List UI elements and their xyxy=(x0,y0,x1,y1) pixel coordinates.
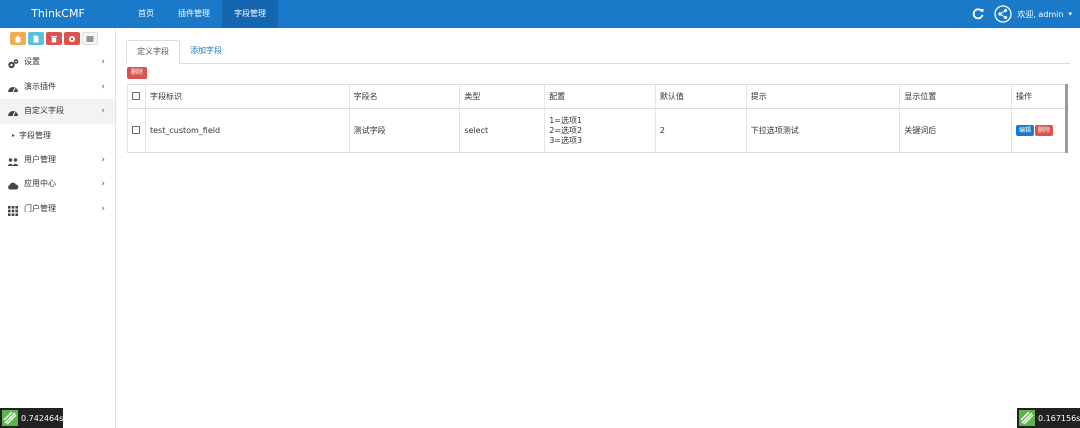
dashboard-icon xyxy=(7,81,19,93)
sidebar-item-label: 门户管理 xyxy=(24,203,56,213)
header-field-key: 字段标识 xyxy=(145,84,350,109)
delete-selected-button[interactable]: 删除 xyxy=(127,67,148,79)
top-tab-plugins[interactable]: 插件管理 xyxy=(166,0,222,28)
caret-down-icon: ▾ xyxy=(1068,10,1072,18)
timer-value: 0.742464s xyxy=(21,413,64,423)
trace-timer-left[interactable]: 0.742464s xyxy=(0,408,63,428)
caret-right-icon: ▸ xyxy=(12,131,16,139)
delete-row-button[interactable]: 删除 xyxy=(1035,125,1054,136)
header-default: 默认值 xyxy=(655,84,747,109)
cell-actions: 编辑 删除 xyxy=(1011,108,1068,153)
sidebar-shortcuts xyxy=(0,28,115,50)
list-icon xyxy=(86,36,94,41)
chevron-right-icon: › xyxy=(101,154,105,165)
sidebar-item-settings[interactable]: 设置 › xyxy=(0,50,115,75)
dashboard-icon xyxy=(7,105,19,117)
cell-field-key: test_custom_field xyxy=(145,108,350,153)
chevron-right-icon: › xyxy=(101,106,105,116)
thinkphp-logo-icon xyxy=(2,410,18,426)
chevron-right-icon: › xyxy=(101,81,105,92)
top-nav-tabs: 首页 插件管理 字段管理 xyxy=(126,0,278,28)
header-position: 显示位置 xyxy=(899,84,1013,109)
row-select-cell xyxy=(127,108,146,153)
header-select-all xyxy=(127,84,146,109)
sidebar-item-custom-field[interactable]: 自定义字段 › xyxy=(0,99,115,124)
top-tab-fields[interactable]: 字段管理 xyxy=(222,0,278,28)
brand-logo[interactable]: ThinkCMF xyxy=(0,0,116,28)
header-config: 配置 xyxy=(544,84,656,109)
table-header-row: 字段标识 字段名 类型 配置 默认值 提示 显示位置 操作 xyxy=(127,84,1068,109)
sidebar-subitem-field-manage[interactable]: ▸ 字段管理 xyxy=(0,124,115,148)
sidebar-item-label: 应用中心 xyxy=(24,179,56,188)
navbar-right: 欢迎, admin ▾ xyxy=(972,0,1072,28)
tab-add-field[interactable]: 添加字段 xyxy=(180,40,232,64)
shortcut-home[interactable] xyxy=(10,32,26,45)
header-field-name: 字段名 xyxy=(349,84,461,109)
cell-position: 关键词后 xyxy=(899,108,1013,153)
sidebar-subitem-label: 字段管理 xyxy=(19,130,52,140)
cogs-icon xyxy=(7,56,19,69)
config-line: 2=选项2 xyxy=(549,125,583,135)
select-all-checkbox[interactable] xyxy=(132,91,140,100)
header-type: 类型 xyxy=(459,84,546,109)
chevron-right-icon: › xyxy=(101,179,105,189)
header-hint: 提示 xyxy=(746,84,901,109)
trace-timer-right[interactable]: 0.167156s xyxy=(1017,408,1080,428)
config-line: 1=选项1 xyxy=(549,115,583,125)
shortcut-file[interactable] xyxy=(28,32,44,45)
welcome-text: 欢迎, admin xyxy=(1017,9,1064,19)
cell-type: select xyxy=(459,108,546,153)
top-tab-home[interactable]: 首页 xyxy=(126,0,166,28)
top-navbar: ThinkCMF 首页 插件管理 字段管理 欢迎, admin ▾ xyxy=(0,0,1080,28)
refresh-icon[interactable] xyxy=(972,8,984,20)
sidebar-item-demo-plugin[interactable]: 演示插件 › xyxy=(0,75,115,100)
timer-value: 0.167156s xyxy=(1038,413,1080,423)
tab-defined-fields[interactable]: 定义字段 xyxy=(126,40,180,64)
share-nodes-icon xyxy=(994,5,1012,23)
cell-hint: 下拉选项测试 xyxy=(746,108,901,153)
config-line: 3=选项3 xyxy=(549,135,583,145)
user-menu[interactable]: 欢迎, admin ▾ xyxy=(994,5,1072,23)
shortcut-trash[interactable] xyxy=(46,32,62,45)
cell-field-name: 测试字段 xyxy=(349,108,461,153)
chevron-right-icon: › xyxy=(101,57,105,67)
chevron-right-icon: › xyxy=(101,203,105,214)
sidebar-item-app-center[interactable]: 应用中心 › xyxy=(0,172,115,197)
header-actions: 操作 xyxy=(1011,84,1068,109)
cell-default: 2 xyxy=(655,108,747,153)
content-tabs: 定义字段 添加字段 xyxy=(126,40,1070,64)
gear-icon xyxy=(69,35,75,42)
shortcut-list[interactable] xyxy=(82,32,98,45)
sidebar: 设置 › 演示插件 › 自定义字段 › ▸ 字段管理 用户管理 › 应用中心 › xyxy=(0,28,116,428)
thinkphp-logo-icon xyxy=(1019,410,1035,426)
sidebar-item-label: 自定义字段 xyxy=(24,106,64,115)
trash-icon xyxy=(51,35,57,42)
sidebar-item-portal[interactable]: 门户管理 › xyxy=(0,197,115,222)
users-icon xyxy=(7,154,19,166)
fields-table: 字段标识 字段名 类型 配置 默认值 提示 显示位置 操作 test_custo… xyxy=(127,84,1068,153)
shortcut-settings[interactable] xyxy=(64,32,80,45)
sidebar-item-label: 演示插件 xyxy=(24,81,56,91)
table-row: test_custom_field 测试字段 select 1=选项1 2=选项… xyxy=(127,108,1068,153)
row-checkbox[interactable] xyxy=(132,125,140,134)
edit-button[interactable]: 编辑 xyxy=(1016,125,1035,136)
cell-config: 1=选项1 2=选项2 3=选项3 xyxy=(544,108,656,153)
sidebar-item-label: 设置 xyxy=(24,57,40,66)
home-icon xyxy=(14,35,22,42)
sidebar-item-users[interactable]: 用户管理 › xyxy=(0,148,115,173)
file-icon xyxy=(33,35,39,42)
grid-icon xyxy=(7,203,19,216)
cloud-icon xyxy=(7,178,19,190)
sidebar-item-label: 用户管理 xyxy=(24,154,56,164)
main-content: 定义字段 添加字段 删除 字段标识 字段名 类型 配置 默认值 提示 显示位置 … xyxy=(126,40,1070,153)
